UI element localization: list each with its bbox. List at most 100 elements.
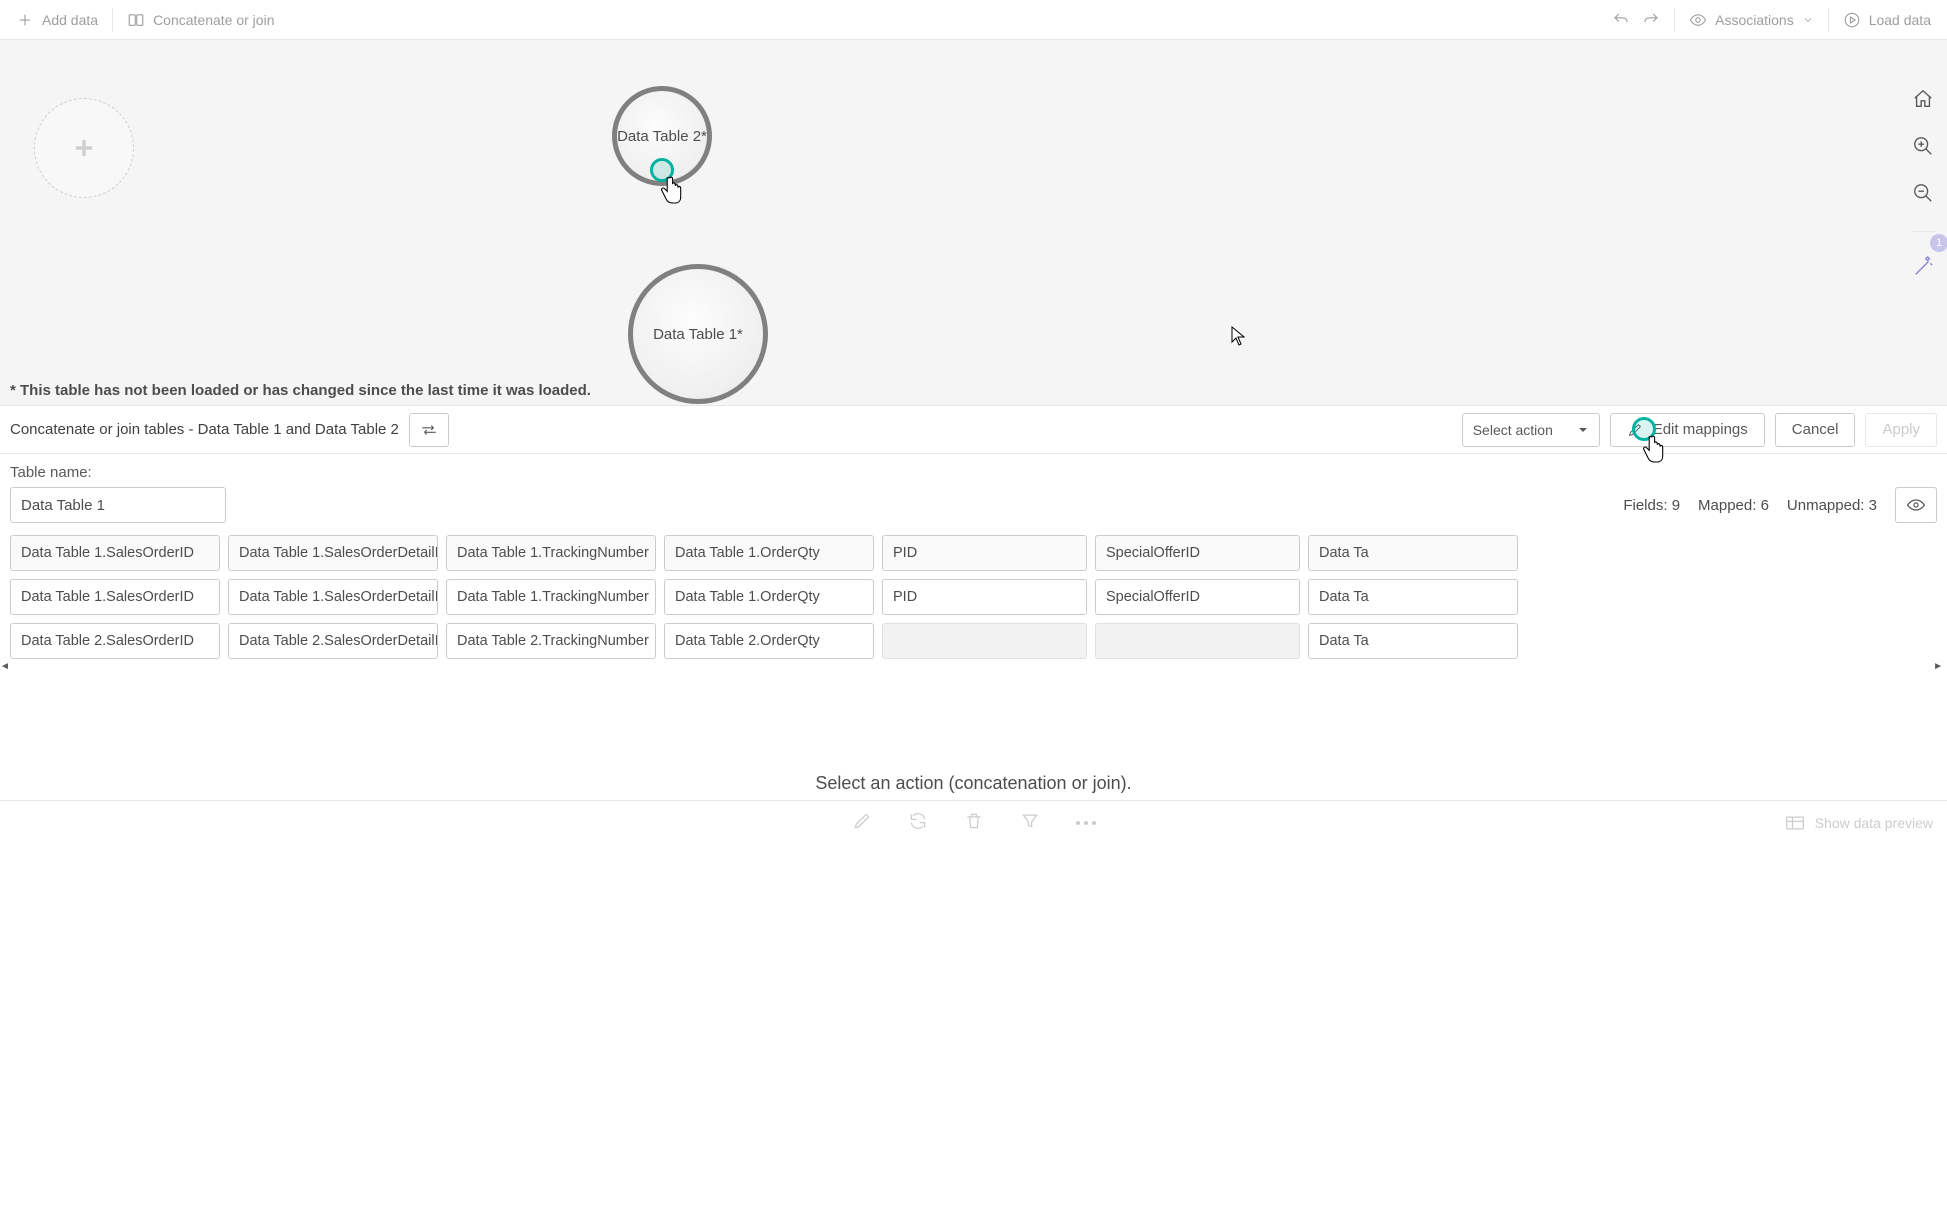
mapping-cell[interactable] bbox=[882, 623, 1087, 659]
filter-button[interactable] bbox=[1020, 811, 1040, 834]
recommendations-badge: 1 bbox=[1930, 234, 1947, 252]
mapping-cell[interactable]: Data Table 1.SalesOrderID bbox=[10, 579, 220, 615]
mapping-cell[interactable] bbox=[1095, 623, 1300, 659]
column-header[interactable]: Data Table 1.SalesOrderDetailID bbox=[228, 535, 438, 571]
concat-icon bbox=[127, 11, 145, 29]
bottom-toolbar: Show data preview bbox=[0, 800, 1947, 844]
show-data-preview-button[interactable]: Show data preview bbox=[1785, 801, 1933, 844]
play-circle-icon bbox=[1843, 11, 1861, 29]
home-button[interactable] bbox=[1912, 88, 1934, 113]
meta-row: Table name: Fields: 9 Mapped: 6 Unmapped… bbox=[0, 454, 1947, 527]
table-name-label: Table name: bbox=[10, 464, 226, 481]
select-action-label: Select action bbox=[1473, 422, 1553, 438]
mapping-column: Data Table 1.OrderQty Data Table 1.OrderQ… bbox=[664, 535, 874, 659]
load-data-button[interactable]: Load data bbox=[1831, 0, 1943, 39]
add-table-bubble[interactable] bbox=[34, 98, 134, 198]
mapping-cell[interactable]: Data Table 2.SalesOrderDetailID bbox=[228, 623, 438, 659]
refresh-icon bbox=[908, 811, 928, 831]
column-header[interactable]: Data Table 1.TrackingNumber bbox=[446, 535, 656, 571]
top-toolbar: Add data Concatenate or join Association… bbox=[0, 0, 1947, 40]
column-header[interactable]: PID bbox=[882, 535, 1087, 571]
mapping-column: Data Table 1.TrackingNumber Data Table 1.… bbox=[446, 535, 656, 659]
divider bbox=[1674, 8, 1675, 32]
add-data-label: Add data bbox=[42, 12, 98, 28]
column-header[interactable]: Data Ta bbox=[1308, 535, 1518, 571]
table-icon bbox=[1785, 815, 1805, 831]
more-button[interactable] bbox=[1076, 821, 1096, 825]
mapping-cell[interactable]: Data Table 2.TrackingNumber bbox=[446, 623, 656, 659]
mapping-column: SpecialOfferID SpecialOfferID bbox=[1095, 535, 1300, 659]
zoom-out-button[interactable] bbox=[1912, 182, 1934, 207]
eye-icon bbox=[1906, 498, 1926, 512]
canvas-side-tools: 1 bbox=[1911, 88, 1935, 281]
zoom-in-icon bbox=[1912, 135, 1934, 157]
mouse-cursor-overlay bbox=[1231, 326, 1245, 346]
undo-button[interactable] bbox=[1600, 0, 1642, 39]
apply-button[interactable]: Apply bbox=[1865, 413, 1937, 447]
concat-join-button[interactable]: Concatenate or join bbox=[115, 0, 286, 39]
select-action-dropdown[interactable]: Select action bbox=[1462, 413, 1600, 447]
show-data-preview-label: Show data preview bbox=[1815, 815, 1933, 831]
toggle-visibility-button[interactable] bbox=[1895, 487, 1937, 523]
mapping-cell[interactable]: SpecialOfferID bbox=[1095, 579, 1300, 615]
mapping-cell[interactable]: Data Ta bbox=[1308, 623, 1518, 659]
home-icon bbox=[1912, 88, 1934, 110]
mapping-cell[interactable]: PID bbox=[882, 579, 1087, 615]
recommendations-button[interactable]: 1 bbox=[1912, 256, 1934, 281]
table-bubble-data-table-1[interactable]: Data Table 1* bbox=[628, 264, 768, 404]
mapping-cell[interactable]: Data Table 1.SalesOrderDetailID bbox=[228, 579, 438, 615]
action-title: Concatenate or join tables - Data Table … bbox=[10, 421, 399, 438]
mapping-cell[interactable]: Data Table 1.TrackingNumber bbox=[446, 579, 656, 615]
unmapped-count: Unmapped: 3 bbox=[1787, 497, 1877, 514]
cancel-label: Cancel bbox=[1792, 421, 1839, 438]
redo-button[interactable] bbox=[1642, 0, 1672, 39]
column-header[interactable]: Data Table 1.OrderQty bbox=[664, 535, 874, 571]
trash-icon bbox=[964, 811, 984, 831]
pencil-icon bbox=[1627, 422, 1643, 438]
mapped-count: Mapped: 6 bbox=[1698, 497, 1769, 514]
fields-count: Fields: 9 bbox=[1623, 497, 1680, 514]
mapping-cell[interactable]: Data Ta bbox=[1308, 579, 1518, 615]
hint-text: Select an action (concatenation or join)… bbox=[0, 764, 1947, 800]
refresh-button[interactable] bbox=[908, 811, 928, 834]
mapping-cell[interactable]: Data Table 2.SalesOrderID bbox=[10, 623, 220, 659]
canvas[interactable]: Data Table 2* Data Table 1* 1 bbox=[0, 40, 1947, 406]
triangle-down-icon bbox=[1577, 424, 1589, 436]
plus-icon bbox=[16, 11, 34, 29]
edit-mappings-button[interactable]: Edit mappings bbox=[1610, 413, 1765, 447]
canvas-note: * This table has not been loaded or has … bbox=[10, 382, 591, 399]
column-header[interactable]: SpecialOfferID bbox=[1095, 535, 1300, 571]
swap-tables-button[interactable] bbox=[409, 413, 449, 447]
bubble-label: Data Table 1* bbox=[653, 326, 743, 343]
mapping-column: Data Table 1.SalesOrderDetailID Data Tabl… bbox=[228, 535, 438, 659]
mapping-column: Data Table 1.SalesOrderID Data Table 1.Sa… bbox=[10, 535, 220, 659]
dots-icon bbox=[1076, 821, 1096, 825]
bubble-label: Data Table 2* bbox=[617, 128, 707, 145]
load-data-label: Load data bbox=[1869, 12, 1931, 28]
undo-icon bbox=[1612, 11, 1630, 29]
divider bbox=[112, 8, 113, 32]
column-header[interactable]: Data Table 1.SalesOrderID bbox=[10, 535, 220, 571]
divider bbox=[1911, 231, 1935, 232]
mapping-column: Data Ta Data Ta Data Ta bbox=[1308, 535, 1518, 659]
wand-icon bbox=[1912, 256, 1934, 278]
apply-label: Apply bbox=[1882, 421, 1920, 438]
cancel-button[interactable]: Cancel bbox=[1775, 413, 1856, 447]
zoom-out-icon bbox=[1912, 182, 1934, 204]
mapping-cell[interactable]: Data Table 1.OrderQty bbox=[664, 579, 874, 615]
chevron-down-icon bbox=[1802, 14, 1814, 26]
divider bbox=[1828, 8, 1829, 32]
table-name-input[interactable] bbox=[10, 487, 226, 523]
edit-button[interactable] bbox=[852, 811, 872, 834]
mapping-table: Data Table 1.SalesOrderIDData Table 1.Sa… bbox=[10, 535, 1947, 659]
edit-mappings-label: Edit mappings bbox=[1653, 421, 1748, 438]
zoom-in-button[interactable] bbox=[1912, 135, 1934, 160]
concat-join-label: Concatenate or join bbox=[153, 12, 274, 28]
mapping-table-scroll[interactable]: Data Table 1.SalesOrderIDData Table 1.Sa… bbox=[10, 535, 1947, 671]
add-data-button[interactable]: Add data bbox=[4, 0, 110, 39]
associations-button[interactable]: Associations bbox=[1677, 0, 1826, 39]
table-bubble-data-table-2[interactable]: Data Table 2* bbox=[612, 86, 712, 186]
delete-button[interactable] bbox=[964, 811, 984, 834]
mapping-cell[interactable]: Data Table 2.OrderQty bbox=[664, 623, 874, 659]
filter-icon bbox=[1020, 811, 1040, 831]
